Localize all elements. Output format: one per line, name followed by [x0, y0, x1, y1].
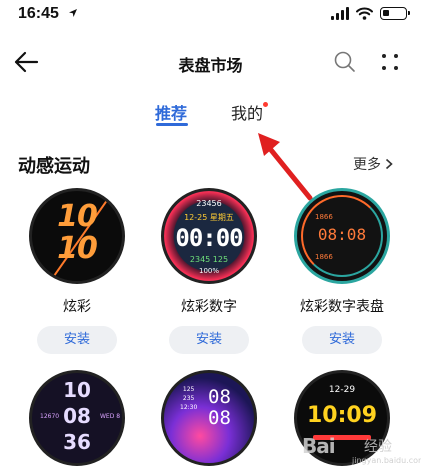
face-digits: 36 — [63, 430, 91, 454]
status-time: 16:45 — [18, 5, 59, 22]
tab-recommend[interactable]: 推荐 — [155, 100, 187, 124]
watch-card[interactable]: 12670 10 08 36 WED 8 — [12, 370, 142, 466]
face-date: 12-25 星期五 — [184, 213, 234, 222]
chevron-right-icon — [385, 158, 393, 170]
tab-mine[interactable]: 我的 — [231, 100, 263, 124]
baidu-watermark: Bai 经验 jingyan.baidu.com — [302, 422, 421, 472]
face-time: 08:08 — [317, 225, 367, 244]
face-digits: 08 — [208, 386, 231, 408]
face-battery: 100% — [198, 267, 219, 275]
install-button[interactable]: 安装 — [302, 326, 382, 354]
battery-icon — [380, 7, 410, 20]
watch-face-preview[interactable]: 23456 12-25 星期五 00:00 2345 125 100% — [161, 188, 257, 284]
face-steps: 23456 — [196, 199, 222, 208]
signal-icon — [331, 7, 349, 20]
status-bar: 16:45 — [0, 0, 421, 32]
watch-name: 炫彩数字 — [181, 299, 237, 315]
watch-card[interactable]: 10 10 炫彩 安装 — [12, 188, 142, 354]
active-tab-indicator — [156, 123, 188, 126]
location-arrow-icon — [69, 9, 77, 17]
watch-card[interactable]: 23456 12-25 星期五 00:00 2345 125 100% 炫彩数字… — [144, 188, 274, 354]
notification-dot — [263, 102, 268, 107]
watch-face-preview[interactable]: 12670 10 08 36 WED 8 — [29, 370, 125, 466]
face-stats: 2345 125 — [189, 255, 229, 264]
face-date: WED 8 — [100, 413, 121, 420]
wifi-icon — [356, 7, 373, 20]
face-stats: 125 235 12:30 — [180, 386, 198, 411]
face-digits: 08 — [208, 407, 231, 429]
more-label: 更多 — [353, 157, 381, 173]
install-button[interactable]: 安装 — [169, 326, 249, 354]
face-time: 00:00 — [175, 224, 243, 252]
watermark-logo: Bai — [302, 434, 336, 458]
face-digits: 10 — [63, 378, 91, 402]
face-date: 12-29 — [328, 385, 356, 395]
face-stat: 1866 — [315, 213, 333, 221]
face-digits: 10 — [57, 231, 98, 266]
more-link[interactable]: 更多 — [353, 154, 393, 174]
more-options-icon[interactable] — [380, 52, 400, 72]
watch-face-preview[interactable]: 125 235 12:30 08 08 — [161, 370, 257, 466]
nav-bar: 表盘市场 — [0, 40, 421, 84]
watch-card[interactable]: 1866 08:08 1866 炫彩数字表盘 安装 — [277, 188, 407, 354]
watch-face-preview[interactable]: 1866 08:08 1866 — [294, 188, 390, 284]
watch-card[interactable]: 125 235 12:30 08 08 — [144, 370, 274, 466]
page-title: 表盘市场 — [178, 56, 243, 75]
status-icons — [331, 7, 410, 20]
watch-name: 炫彩数字表盘 — [300, 299, 384, 315]
install-button[interactable]: 安装 — [37, 326, 117, 354]
face-digits: 10 — [57, 199, 98, 234]
face-stat: 1866 — [315, 253, 333, 261]
search-icon[interactable] — [334, 51, 356, 73]
watch-name: 炫彩 — [63, 299, 91, 315]
watermark-url: jingyan.baidu.com — [352, 456, 421, 465]
watermark-text: 经验 — [364, 439, 392, 455]
watch-face-preview[interactable]: 10 10 — [29, 188, 125, 284]
section-title: 动感运动 — [18, 156, 90, 177]
